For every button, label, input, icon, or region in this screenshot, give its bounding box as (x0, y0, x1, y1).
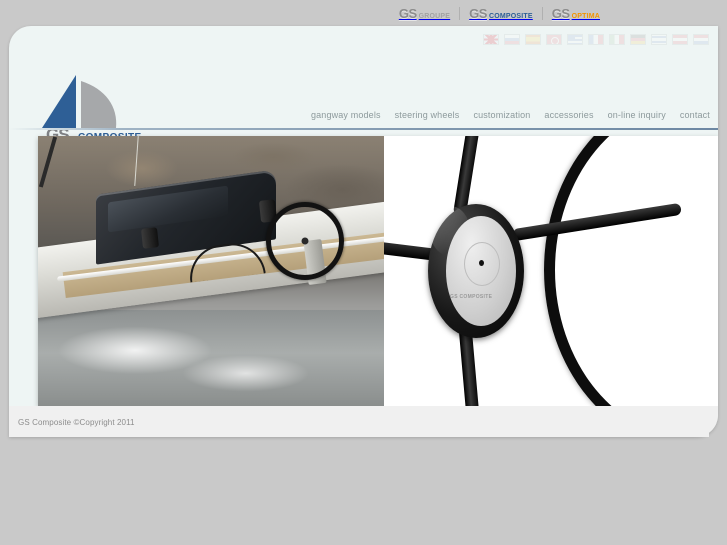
flag-israel-icon[interactable] (651, 34, 667, 45)
brand-sub-text: GROUPE (418, 12, 451, 20)
flag-france-icon[interactable] (588, 34, 604, 45)
nav-item-gangway-models[interactable]: gangway models (304, 110, 388, 120)
brand-gs-text: GS (551, 5, 570, 21)
nav-item-customization[interactable]: customization (466, 110, 537, 120)
boat-winch-left (140, 227, 160, 249)
hero-image-sailboat-cockpit[interactable] (38, 136, 384, 406)
nav-item-contact[interactable]: contact (673, 110, 717, 120)
hero-image-wheel-hub[interactable]: GS COMPOSITE (384, 136, 718, 406)
top-brand-bar: GS GROUPE GS COMPOSITE GS OPTIMA (0, 0, 727, 26)
page-container: GS COMPOSITE gangway models steering whe… (9, 26, 718, 437)
wheel-hub-center (479, 260, 484, 266)
flag-turkey-icon[interactable] (546, 34, 562, 45)
nav-item-steering-wheels[interactable]: steering wheels (388, 110, 467, 120)
flag-netherlands-icon[interactable] (693, 34, 709, 45)
boat-water (38, 310, 384, 406)
brand-link-gs-groupe[interactable]: GS GROUPE (390, 7, 459, 20)
language-switcher (483, 34, 709, 45)
hero-banner: GS COMPOSITE (38, 136, 718, 406)
boat-steering-wheel (266, 202, 344, 280)
brand-sub-text: COMPOSITE (488, 12, 533, 20)
brand-gs-text: GS (398, 5, 417, 21)
flag-germany-icon[interactable] (630, 34, 646, 45)
brand-link-gs-composite[interactable]: GS COMPOSITE (460, 7, 542, 20)
nav-item-accessories[interactable]: accessories (537, 110, 600, 120)
brand-gs-text: GS (469, 5, 487, 21)
flag-austria-icon[interactable] (672, 34, 688, 45)
nav-item-on-line-inquiry[interactable]: on-line inquiry (601, 110, 673, 120)
wheel-rim (544, 136, 718, 406)
flag-greece-icon[interactable] (567, 34, 583, 45)
flag-spain-icon[interactable] (525, 34, 541, 45)
brand-link-gs-optima[interactable]: GS OPTIMA (543, 7, 609, 20)
wheel-hub-logo-text: GS COMPOSITE (450, 294, 493, 300)
flag-united-kingdom-icon[interactable] (483, 34, 499, 45)
wheel-hub-highlight (430, 206, 470, 256)
copyright-text: GS Composite ©Copyright 2011 (18, 418, 135, 427)
nav-underline-divider (9, 128, 718, 130)
brand-sub-text: OPTIMA (571, 12, 600, 20)
flag-slovenia-icon[interactable] (504, 34, 520, 45)
copyright-strip: GS Composite ©Copyright 2011 (9, 408, 709, 437)
main-navigation: gangway models steering wheels customiza… (304, 110, 717, 120)
brand-logo-set: GS GROUPE GS COMPOSITE GS OPTIMA (390, 6, 609, 20)
flag-italy-icon[interactable] (609, 34, 625, 45)
